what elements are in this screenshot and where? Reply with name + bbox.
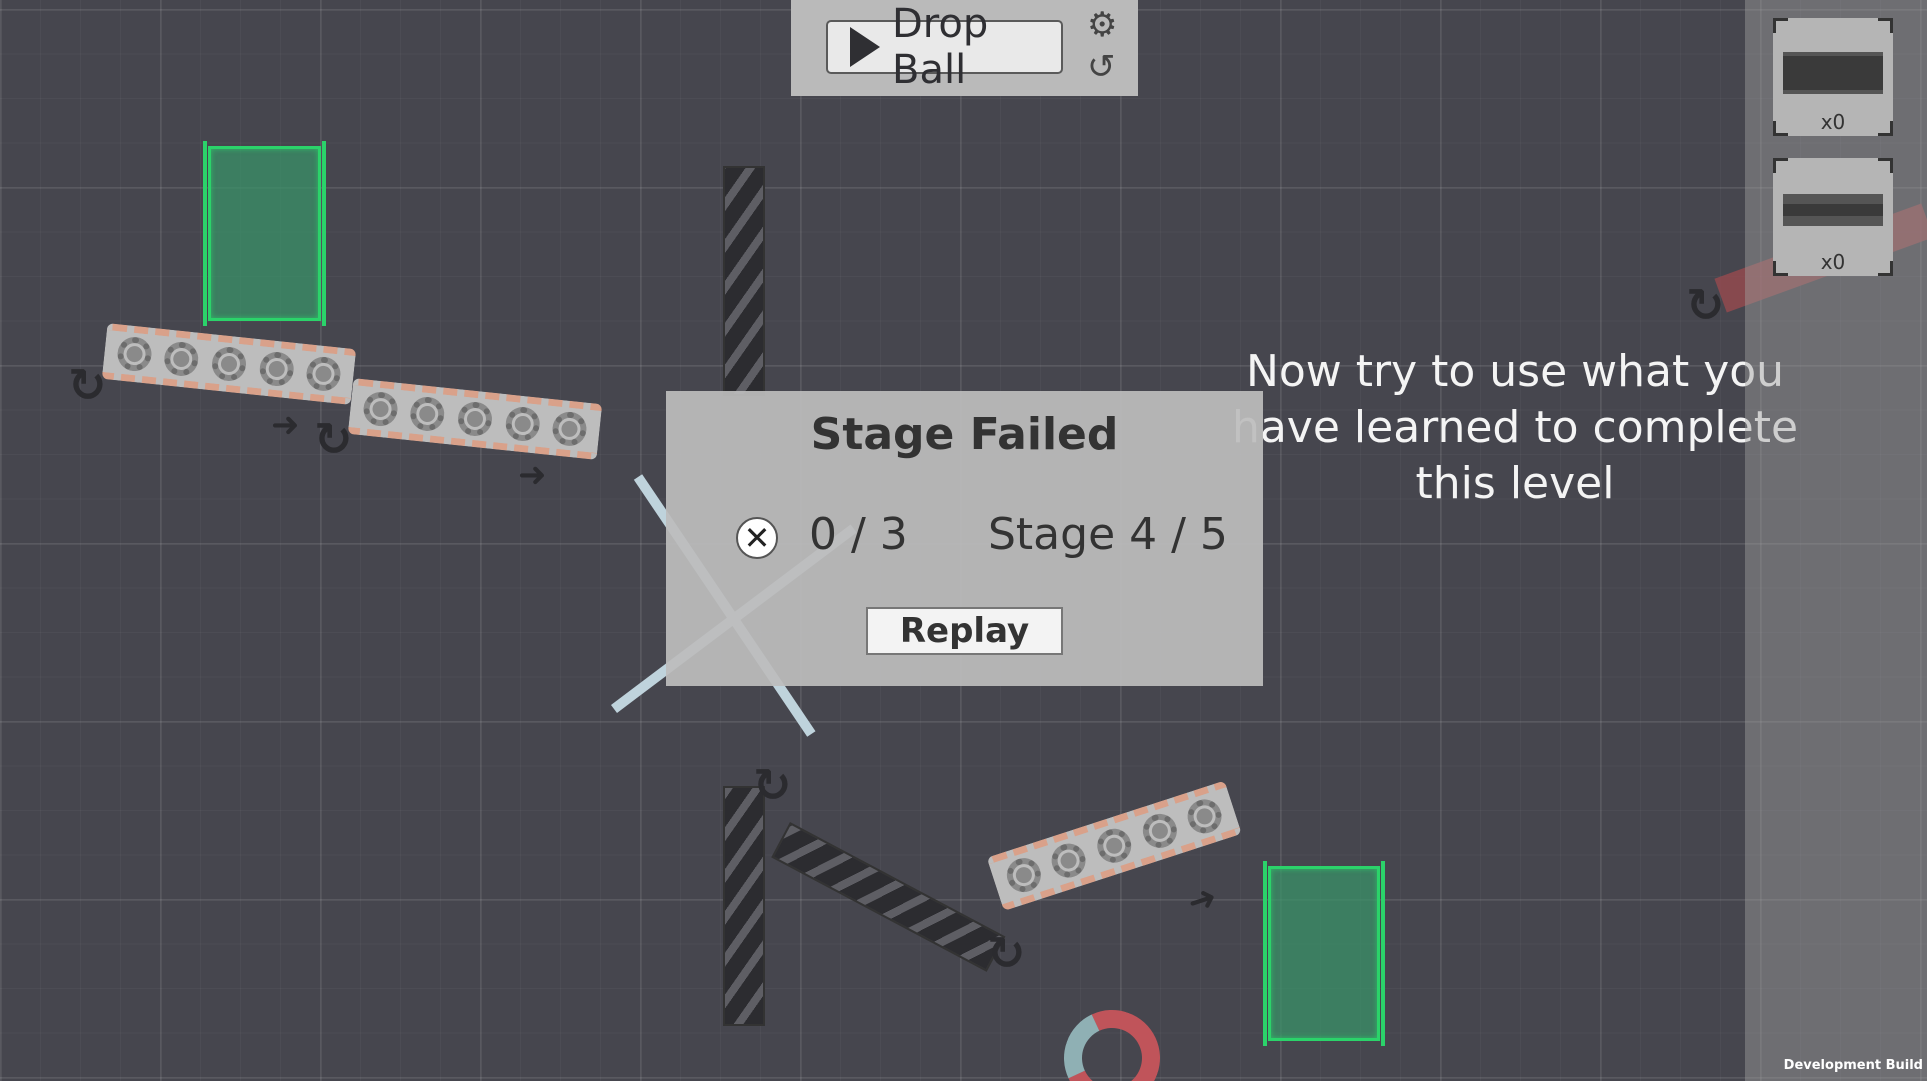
slot-corner	[1773, 158, 1788, 173]
development-build-label: Development Build	[1783, 1058, 1923, 1073]
slot-corner	[1878, 158, 1893, 173]
drop-ball-button[interactable]: Drop Ball	[826, 1, 1063, 93]
hint-text: Now try to use what you have learned to …	[1220, 344, 1810, 512]
gear-icon	[1183, 794, 1227, 838]
rotate-handle-icon[interactable]: ↻	[68, 358, 107, 412]
start-bin	[203, 141, 326, 326]
gear-icon	[115, 335, 154, 373]
hint-line-3: this level	[1415, 458, 1615, 509]
parts-inventory: x0 x0	[1745, 0, 1927, 1081]
top-toolbar: Drop Ball ⚙ ↺	[791, 0, 1138, 96]
slot-corner	[1878, 18, 1893, 33]
direction-arrow-icon: ➜	[1182, 876, 1222, 924]
replay-button[interactable]: Replay	[866, 607, 1063, 655]
restart-icon[interactable]: ↺	[1087, 50, 1116, 84]
gear-icon	[1092, 824, 1136, 868]
direction-arrow-icon: ➜	[518, 455, 547, 495]
gear-icon	[456, 400, 494, 438]
inventory-slot-plank[interactable]: x0	[1773, 158, 1893, 276]
striped-wall-bottom	[723, 786, 765, 1026]
gear-icon	[304, 355, 343, 393]
slot-corner	[1773, 18, 1788, 33]
striped-wall-top	[723, 166, 765, 396]
gear-icon	[210, 345, 248, 383]
conveyor-belt[interactable]	[101, 323, 357, 405]
inventory-count: x0	[1820, 250, 1846, 274]
direction-arrow-icon: ➜	[271, 405, 300, 445]
plank-part-icon	[1783, 194, 1883, 226]
gear-icon	[1138, 809, 1181, 853]
hint-line-2: have learned to complete	[1231, 402, 1799, 453]
fail-x-icon: ✕	[736, 517, 778, 559]
rotate-handle-icon[interactable]: ↻	[314, 412, 353, 466]
conveyor-belt[interactable]	[347, 378, 603, 460]
gear-icon	[257, 350, 296, 388]
game-board: ➜ ➜ ➜ ↻ ↻ ↻ ↻ ↻ Now try to use what you …	[0, 0, 1927, 1081]
drop-ball-label: Drop Ball	[892, 1, 989, 93]
rotate-handle-icon[interactable]: ↻	[987, 926, 1026, 980]
gear-icon	[1002, 853, 1046, 897]
conveyor-part-icon	[1783, 52, 1883, 94]
gear-icon	[408, 395, 447, 433]
rotate-handle-icon[interactable]: ↻	[753, 758, 792, 812]
striped-ramp	[771, 822, 1006, 972]
magnet-icon[interactable]	[1050, 996, 1174, 1081]
dialog-title: Stage Failed	[810, 409, 1119, 460]
play-icon	[850, 27, 880, 67]
stage-indicator: Stage 4 / 5	[988, 509, 1228, 560]
gear-icon	[162, 340, 201, 378]
gear-icon	[1047, 839, 1091, 882]
hint-line-1: Now try to use what you	[1245, 346, 1785, 397]
score-count: 0 / 3	[809, 509, 908, 560]
goal-bin	[1263, 861, 1385, 1046]
inventory-count: x0	[1820, 110, 1846, 134]
inventory-slot-conveyor[interactable]: x0	[1773, 18, 1893, 136]
gear-icon	[503, 405, 542, 443]
gear-icon	[361, 390, 400, 428]
gear-icon[interactable]: ⚙	[1087, 8, 1117, 42]
stage-failed-dialog: Stage Failed ✕ 0 / 3 Stage 4 / 5 Replay	[666, 391, 1263, 686]
gear-icon	[550, 410, 589, 448]
